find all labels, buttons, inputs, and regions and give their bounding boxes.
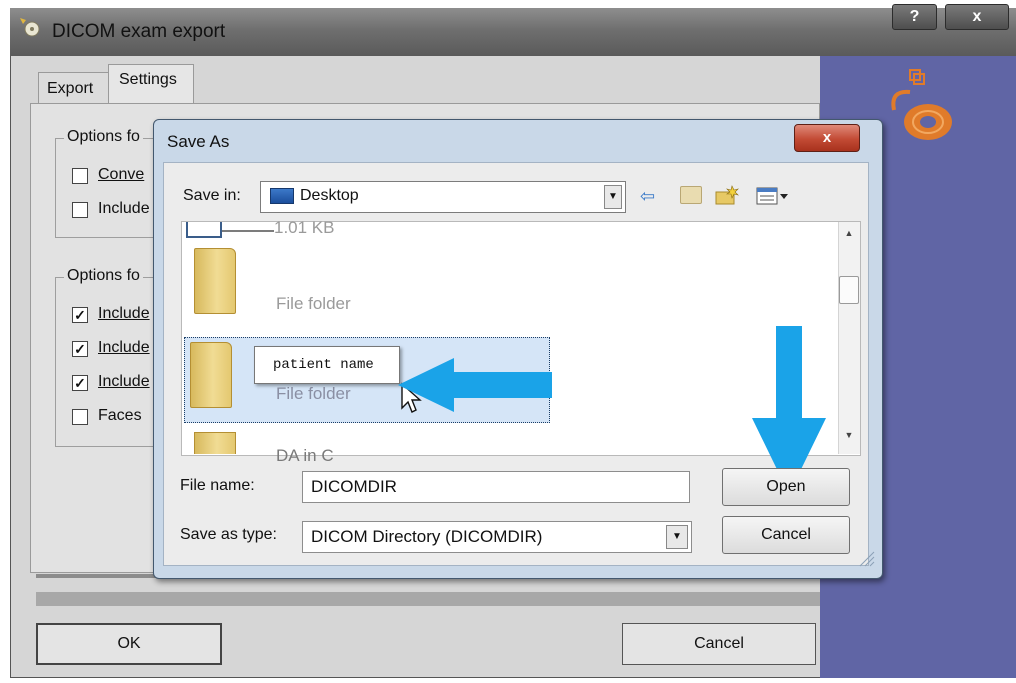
app-icon <box>20 18 40 37</box>
desktop-icon <box>270 188 294 204</box>
divider <box>222 230 274 232</box>
tooltip-folder-name: patient name <box>254 346 400 384</box>
scrollbar[interactable] <box>838 222 860 454</box>
help-button[interactable]: ? <box>892 4 937 30</box>
file-name-input[interactable]: DICOMDIR <box>302 471 690 503</box>
save-in-label: Save in: <box>183 187 241 204</box>
back-arrow-icon[interactable]: ⇦ <box>640 187 662 205</box>
cancel-button[interactable]: Cancel <box>622 623 816 665</box>
open-button[interactable]: Open <box>722 468 850 506</box>
disc-export-icon <box>891 69 952 140</box>
file-type: File folder <box>276 294 351 313</box>
group2-checkbox-1[interactable]: ✓ <box>72 307 88 323</box>
save-in-value: Desktop <box>300 187 359 204</box>
group1-checkbox-2[interactable] <box>72 202 88 218</box>
options-group-1-label: Options fo <box>64 128 143 146</box>
folder-icon[interactable] <box>194 248 236 314</box>
folder-icon[interactable] <box>190 342 232 408</box>
dialog-close-button[interactable]: x <box>794 124 860 152</box>
save-as-type-dropdown[interactable]: DICOM Directory (DICOMDIR) <box>302 521 692 553</box>
left-arrow-icon <box>398 358 552 412</box>
tab-export[interactable]: Export <box>38 72 110 104</box>
file-icon <box>186 222 222 238</box>
file-size: 1.01 KB <box>274 218 335 237</box>
progress-bar <box>36 592 820 606</box>
group1-checkbox-2-label: Include <box>98 200 150 217</box>
folder-icon[interactable] <box>194 432 236 454</box>
scroll-up-icon[interactable]: ▲ <box>842 228 856 242</box>
file-type: File folder <box>276 384 351 403</box>
options-group-2-label: Options fo <box>64 267 143 285</box>
chevron-down-icon[interactable]: ▼ <box>666 525 688 549</box>
new-folder-icon[interactable] <box>714 184 740 206</box>
group2-checkbox-3[interactable]: ✓ <box>72 375 88 391</box>
ok-button[interactable]: OK <box>36 623 222 665</box>
dialog-cancel-button[interactable]: Cancel <box>722 516 850 554</box>
view-menu-icon[interactable] <box>756 186 790 206</box>
up-folder-icon[interactable] <box>680 186 702 204</box>
group2-checkbox-3-label: Include <box>98 373 150 390</box>
group2-checkbox-4-label: Faces <box>98 407 142 424</box>
tab-settings[interactable]: Settings <box>108 64 194 104</box>
file-name-label: File name: <box>180 477 255 494</box>
group2-checkbox-2[interactable]: ✓ <box>72 341 88 357</box>
resize-grip-icon[interactable] <box>854 546 876 568</box>
scroll-down-icon[interactable]: ▼ <box>842 430 856 444</box>
title-bar: DICOM exam export <box>10 8 1016 56</box>
chevron-down-icon[interactable]: ▼ <box>604 185 622 209</box>
window-close-button[interactable]: x <box>945 4 1009 30</box>
window-title: DICOM exam export <box>52 21 226 42</box>
group2-checkbox-4[interactable] <box>72 409 88 425</box>
group2-checkbox-1-label: Include <box>98 305 150 322</box>
group1-checkbox-1-label: Conve <box>98 166 145 183</box>
file-name-partial: DA in C <box>276 446 334 465</box>
group1-checkbox-1[interactable] <box>72 168 88 184</box>
group2-checkbox-2-label: Include <box>98 339 150 356</box>
save-as-type-label: Save as type: <box>180 526 277 543</box>
dialog-title: Save As <box>167 132 230 151</box>
scroll-thumb[interactable] <box>839 276 859 304</box>
